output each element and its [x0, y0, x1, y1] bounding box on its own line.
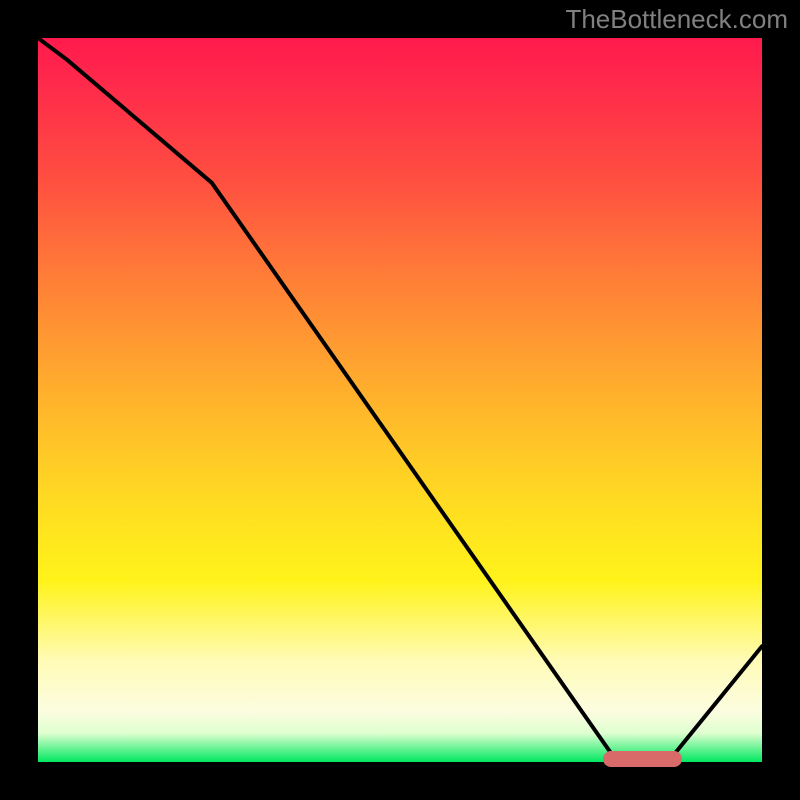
watermark-text: TheBottleneck.com	[565, 4, 788, 35]
bottleneck-curve	[38, 38, 762, 762]
chart-container: TheBottleneck.com	[0, 0, 800, 800]
plot-area	[38, 38, 762, 762]
optimal-range-marker	[603, 751, 683, 767]
